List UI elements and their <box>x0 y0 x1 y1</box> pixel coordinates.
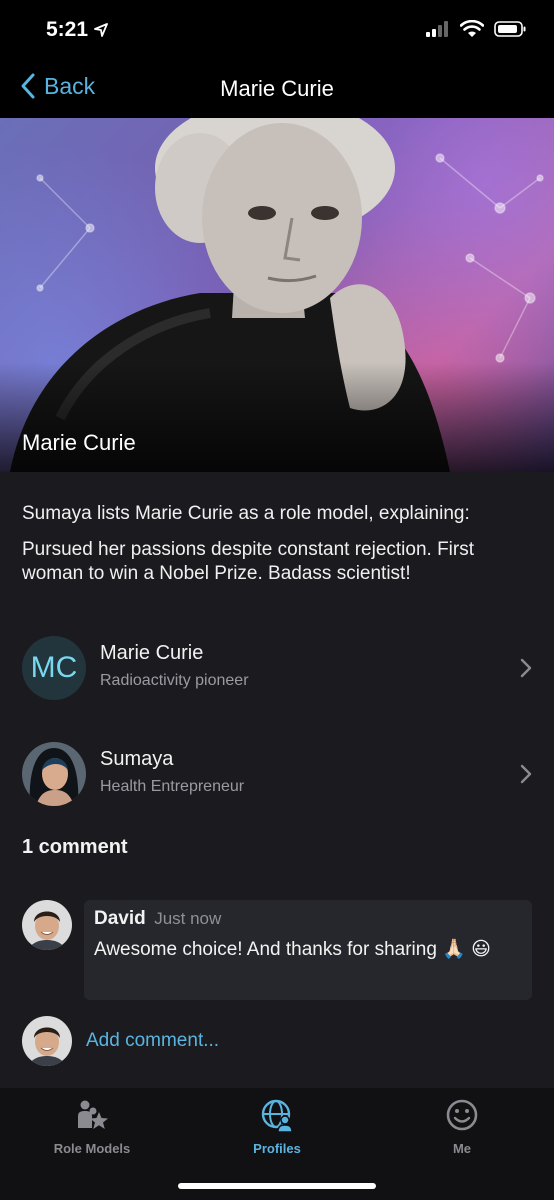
comment-bubble: David Just now Awesome choice! And thank… <box>84 900 532 1000</box>
signal-icon <box>426 21 448 37</box>
status-icons <box>426 20 526 38</box>
home-indicator <box>178 1183 376 1189</box>
page-title: Marie Curie <box>220 76 334 101</box>
avatar <box>22 900 72 950</box>
profile-row-sumaya[interactable]: Sumaya Health Entrepreneur <box>0 734 554 814</box>
comment-text: Awesome choice! And thanks for sharing 🙏… <box>94 939 491 960</box>
description-quote: Pursued her passions despite constant re… <box>22 539 475 584</box>
profile-row-marie-curie[interactable]: MC Marie Curie Radioactivity pioneer <box>0 628 554 708</box>
globe-person-icon <box>261 1099 293 1133</box>
tab-label: Profiles <box>253 1141 301 1156</box>
status-time: 5:21 <box>46 18 89 41</box>
current-user-avatar <box>22 1016 72 1066</box>
tab-role-models[interactable]: Role Models <box>0 1098 184 1156</box>
add-comment-input[interactable]: Add comment... <box>86 1030 219 1052</box>
location-arrow-icon <box>94 23 108 37</box>
david-photo <box>22 1016 72 1066</box>
david-photo <box>22 900 72 950</box>
comments-count: 1 comment <box>22 836 128 858</box>
avatar-initials: MC <box>22 636 86 700</box>
profile-name: Sumaya <box>100 748 174 770</box>
navigation-bar: Back Marie Curie <box>0 62 554 118</box>
smiley-icon <box>446 1099 478 1131</box>
tab-label: Role Models <box>53 1141 131 1156</box>
description-intro: Sumaya lists Marie Curie as a role model… <box>22 503 470 524</box>
sumaya-photo <box>22 742 86 806</box>
hero-caption: Marie Curie <box>22 430 136 455</box>
role-model-description: Sumaya lists Marie Curie as a role model… <box>22 502 534 586</box>
comment-timestamp: Just now <box>154 909 222 928</box>
status-bar: 5:21 <box>0 0 554 62</box>
role-models-icon <box>78 1100 108 1129</box>
profile-name: Marie Curie <box>100 642 204 664</box>
comment-author: David <box>94 908 146 929</box>
hero-portrait-image: Marie Curie <box>0 118 554 472</box>
tab-profiles[interactable]: Profiles <box>185 1098 369 1156</box>
battery-icon <box>494 21 526 37</box>
chevron-right-icon <box>520 764 532 784</box>
avatar <box>22 742 86 806</box>
tab-me[interactable]: Me <box>370 1098 554 1156</box>
tab-label: Me <box>452 1141 472 1156</box>
chevron-right-icon <box>520 658 532 678</box>
wifi-icon <box>460 20 484 37</box>
profile-subtitle: Radioactivity pioneer <box>100 672 249 689</box>
profile-subtitle: Health Entrepreneur <box>100 778 245 795</box>
